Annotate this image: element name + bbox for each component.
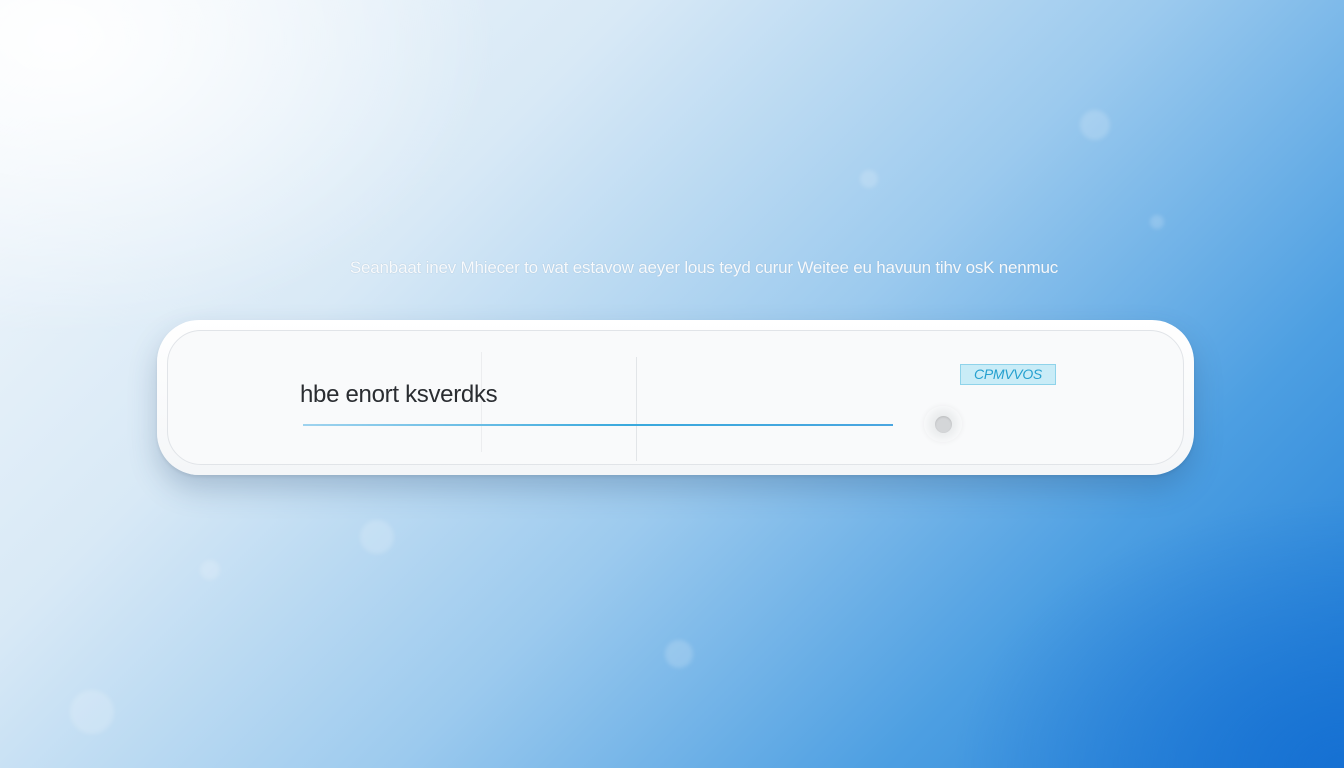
search-input[interactable]	[300, 378, 630, 412]
bokeh-decoration	[360, 520, 394, 554]
bokeh-decoration	[665, 640, 693, 668]
bokeh-decoration	[70, 690, 114, 734]
bokeh-decoration	[200, 560, 220, 580]
action-badge-button[interactable]: CPMVVOS	[960, 364, 1056, 385]
panel-divider	[636, 357, 637, 461]
bokeh-decoration	[1080, 110, 1110, 140]
bokeh-decoration	[860, 170, 878, 188]
toggle-knob-dot	[935, 416, 952, 433]
search-input-underline	[303, 424, 893, 426]
bokeh-decoration	[1150, 215, 1164, 229]
instruction-text: Seanbaat inev Mhiecer to wat estavow aey…	[349, 258, 1059, 277]
